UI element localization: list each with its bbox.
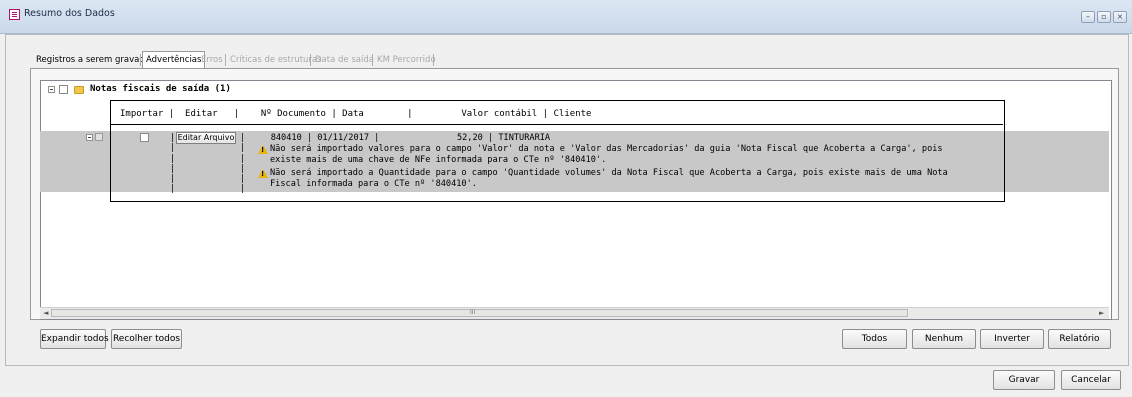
thumb-grip: III bbox=[470, 309, 476, 316]
node-checkbox[interactable] bbox=[59, 85, 68, 94]
tab-separator bbox=[433, 54, 434, 66]
warning-1-line-2: existe mais de uma chave de NFe informad… bbox=[270, 155, 607, 165]
window-title: Resumo dos Dados bbox=[24, 8, 115, 19]
document-icon bbox=[9, 9, 20, 20]
tab-separator bbox=[310, 54, 311, 66]
horizontal-scrollbar[interactable]: ◄ III ► bbox=[40, 307, 1109, 319]
select-all-button[interactable]: Todos bbox=[842, 329, 907, 349]
select-none-button[interactable]: Nenhum bbox=[912, 329, 976, 349]
tab-separator bbox=[225, 54, 226, 66]
tab-km-percorrido[interactable]: KM Percorrido bbox=[374, 52, 439, 68]
row-state-icon bbox=[95, 133, 103, 141]
row-main-line: 840410 | 01/11/2017 | 52,20 | TINTURARIA bbox=[250, 133, 551, 143]
tab-data-saida[interactable]: Data de saída bbox=[312, 52, 377, 68]
title-bar: Resumo dos Dados – ▫ × bbox=[0, 0, 1132, 34]
import-checkbox[interactable] bbox=[140, 133, 149, 142]
tab-separator bbox=[372, 54, 373, 66]
row-expander-icon[interactable] bbox=[86, 134, 93, 141]
scroll-left-icon[interactable]: ◄ bbox=[43, 309, 48, 318]
cancel-button[interactable]: Cancelar bbox=[1061, 370, 1121, 390]
warning-icon bbox=[258, 145, 268, 154]
row-separator-col1: | | | | | | bbox=[170, 133, 176, 195]
folder-icon bbox=[74, 86, 84, 94]
tab-registros[interactable]: Registros a serem gravados bbox=[33, 52, 157, 68]
warning-2-line-2: Fiscal informada para o CTe nº '840410'. bbox=[270, 179, 477, 189]
tab-separator bbox=[140, 54, 141, 66]
scroll-right-icon[interactable]: ► bbox=[1099, 309, 1104, 318]
warning-icon bbox=[258, 169, 268, 178]
restore-button[interactable]: ▫ bbox=[1097, 11, 1111, 23]
row-separator-col2: | | | | | | bbox=[240, 133, 246, 195]
expand-all-button[interactable]: Expandir todos bbox=[40, 329, 109, 349]
collapse-all-button[interactable]: Recolher todos bbox=[111, 329, 182, 349]
grid-header: Importar | Editar | Nº Documento | Data … bbox=[120, 109, 592, 119]
tab-erros[interactable]: Erros bbox=[198, 52, 226, 68]
collapse-toggle-icon[interactable] bbox=[48, 86, 55, 93]
warning-1-line-1: Não será importado valores para o campo … bbox=[270, 144, 943, 154]
header-divider bbox=[110, 124, 1003, 125]
minimize-button[interactable]: – bbox=[1081, 11, 1095, 23]
save-button[interactable]: Gravar bbox=[993, 370, 1055, 390]
warning-2-line-1: Não será importado a Quantidade para o c… bbox=[270, 168, 948, 178]
edit-file-button[interactable]: Editar Arquivo bbox=[176, 132, 236, 144]
tree-node-label: Notas fiscais de saída (1) bbox=[90, 84, 231, 94]
report-button[interactable]: Relatório bbox=[1048, 329, 1111, 349]
invert-selection-button[interactable]: Inverter bbox=[980, 329, 1044, 349]
tab-advertencias[interactable]: Advertências bbox=[142, 51, 206, 69]
close-button[interactable]: × bbox=[1113, 11, 1127, 23]
scroll-thumb[interactable]: III bbox=[51, 309, 908, 317]
